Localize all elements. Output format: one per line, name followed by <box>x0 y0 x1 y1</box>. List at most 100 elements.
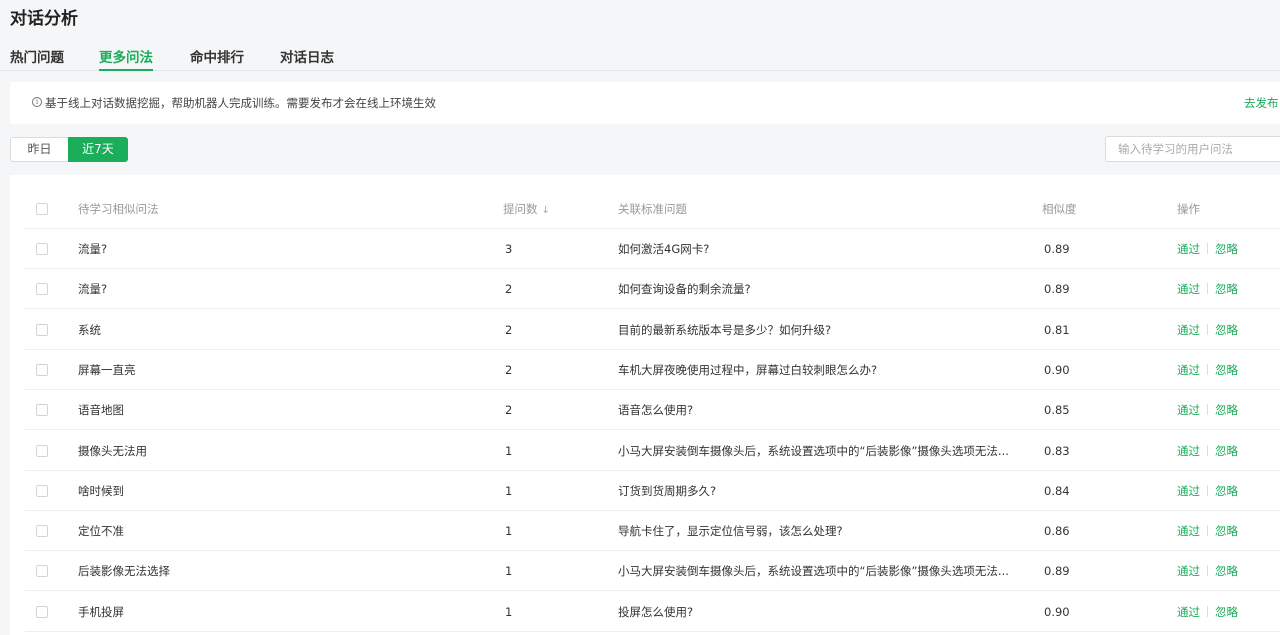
table-header: 待学习相似问法 提问数 ↓ 关联标准问题 相似度 操作 <box>25 189 1280 229</box>
pass-button[interactable]: 通过 <box>1177 564 1200 578</box>
header-count-label: 提问数 <box>503 202 538 216</box>
tab-hit-ranking[interactable]: 命中排行 <box>190 46 244 71</box>
table-row: 啥时候到 1 订货到货周期多久? 0.84 通过 忽略 <box>25 471 1280 511</box>
row-checkbox[interactable] <box>36 565 48 578</box>
row-question: 后装影像无法选择 <box>78 564 170 579</box>
row-actions: 通过 忽略 <box>1177 511 1238 551</box>
table-row: 摄像头无法用 1 小马大屏安装倒车摄像头后，系统设置选项中的“后装影像”摄像头选项无… <box>25 431 1280 471</box>
row-standard-question: 订货到货周期多久? <box>618 483 717 498</box>
row-actions: 通过 忽略 <box>1177 390 1238 430</box>
row-similarity: 0.89 <box>1044 564 1070 579</box>
pass-button[interactable]: 通过 <box>1177 242 1200 256</box>
row-actions: 通过 忽略 <box>1177 431 1238 471</box>
pass-button[interactable]: 通过 <box>1177 403 1200 417</box>
row-standard-question: 如何查询设备的剩余流量? <box>618 282 751 297</box>
row-standard-question: 导航卡住了，显示定位信号弱，该怎么处理? <box>618 524 843 539</box>
info-icon: i <box>32 97 42 107</box>
ignore-button[interactable]: 忽略 <box>1215 323 1238 337</box>
row-checkbox[interactable] <box>36 363 48 376</box>
pass-button[interactable]: 通过 <box>1177 444 1200 458</box>
row-count: 1 <box>505 483 513 498</box>
ignore-button[interactable]: 忽略 <box>1215 484 1238 498</box>
row-count: 2 <box>505 403 513 418</box>
tab-hot-questions[interactable]: 热门问题 <box>10 46 64 71</box>
pass-button[interactable]: 通过 <box>1177 282 1200 296</box>
search-input[interactable] <box>1118 141 1278 157</box>
table-row: 流量? 2 如何查询设备的剩余流量? 0.89 通过 忽略 <box>25 269 1280 310</box>
action-divider <box>1207 444 1208 456</box>
row-actions: 通过 忽略 <box>1177 592 1238 632</box>
row-standard-question: 车机大屏夜晚使用过程中，屏幕过白较刺眼怎么办? <box>618 362 878 377</box>
row-checkbox[interactable] <box>36 525 48 538</box>
ignore-button[interactable]: 忽略 <box>1215 242 1238 256</box>
row-count: 2 <box>505 362 513 377</box>
row-standard-question: 小马大屏安装倒车摄像头后，系统设置选项中的“后装影像”摄像头选项无法... <box>618 564 1009 579</box>
table-row: 屏幕一直亮 2 车机大屏夜晚使用过程中，屏幕过白较刺眼怎么办? 0.90 通过 忽略 <box>25 350 1280 390</box>
row-question: 语音地图 <box>78 403 124 418</box>
ignore-button[interactable]: 忽略 <box>1215 524 1238 538</box>
pass-button[interactable]: 通过 <box>1177 323 1200 337</box>
table-row: 语音地图 2 语音怎么使用? 0.85 通过 忽略 <box>25 390 1280 431</box>
row-question: 摄像头无法用 <box>78 443 147 458</box>
row-checkbox[interactable] <box>36 484 48 497</box>
row-actions: 通过 忽略 <box>1177 229 1238 269</box>
row-similarity: 0.89 <box>1044 282 1070 297</box>
sort-down-icon[interactable]: ↓ <box>542 205 550 216</box>
row-checkbox[interactable] <box>36 243 48 255</box>
row-count: 1 <box>505 524 513 539</box>
ignore-button[interactable]: 忽略 <box>1215 282 1238 296</box>
row-actions: 通过 忽略 <box>1177 350 1238 390</box>
pass-button[interactable]: 通过 <box>1177 484 1200 498</box>
row-actions: 通过 忽略 <box>1177 269 1238 309</box>
row-actions: 通过 忽略 <box>1177 310 1238 350</box>
row-checkbox[interactable] <box>36 283 48 296</box>
row-checkbox[interactable] <box>36 323 48 336</box>
action-divider <box>1207 605 1208 617</box>
row-question: 流量? <box>78 242 108 256</box>
row-count: 1 <box>505 443 513 458</box>
row-similarity: 0.84 <box>1044 483 1070 498</box>
row-similarity: 0.81 <box>1044 322 1070 337</box>
tab-dialog-log[interactable]: 对话日志 <box>280 46 334 71</box>
table-row: 流量? 3 如何激活4G网卡? 0.89 通过 忽略 <box>25 229 1280 269</box>
action-divider <box>1207 404 1208 416</box>
pass-button[interactable]: 通过 <box>1177 605 1200 619</box>
range-7days-button[interactable]: 近7天 <box>68 137 128 162</box>
table-row: 定位不准 1 导航卡住了，显示定位信号弱，该怎么处理? 0.86 通过 忽略 <box>25 511 1280 552</box>
action-divider <box>1207 363 1208 375</box>
pass-button[interactable]: 通过 <box>1177 363 1200 377</box>
row-count: 1 <box>505 564 513 579</box>
row-similarity: 0.89 <box>1044 242 1070 256</box>
row-similarity: 0.90 <box>1044 362 1070 377</box>
ignore-button[interactable]: 忽略 <box>1215 605 1238 619</box>
action-divider <box>1207 323 1208 335</box>
publish-link[interactable]: 去发布 <box>1244 95 1279 111</box>
row-checkbox[interactable] <box>36 444 48 457</box>
row-question: 系统 <box>78 322 101 337</box>
row-checkbox[interactable] <box>36 605 48 618</box>
row-count: 2 <box>505 322 513 337</box>
ignore-button[interactable]: 忽略 <box>1215 403 1238 417</box>
ignore-button[interactable]: 忽略 <box>1215 564 1238 578</box>
ignore-button[interactable]: 忽略 <box>1215 444 1238 458</box>
row-standard-question: 目前的最新系统版本号是多少？如何升级? <box>618 322 832 337</box>
row-question: 啥时候到 <box>78 483 124 498</box>
row-count: 3 <box>505 242 513 256</box>
tab-more-phrasings[interactable]: 更多问法 <box>99 46 153 71</box>
action-divider <box>1207 283 1208 295</box>
row-actions: 通过 忽略 <box>1177 471 1238 511</box>
row-standard-question: 小马大屏安装倒车摄像头后，系统设置选项中的“后装影像”摄像头选项无法... <box>618 443 1009 458</box>
row-standard-question: 如何激活4G网卡? <box>618 242 710 256</box>
select-all-checkbox[interactable] <box>36 203 48 215</box>
action-divider <box>1207 484 1208 496</box>
row-checkbox[interactable] <box>36 404 48 417</box>
row-question: 手机投屏 <box>78 604 124 619</box>
row-actions: 通过 忽略 <box>1177 551 1238 591</box>
phrasing-table: 待学习相似问法 提问数 ↓ 关联标准问题 相似度 操作 流量? 3 如何激活4G网卡?… <box>10 175 1280 635</box>
range-yesterday-button[interactable]: 昨日 <box>10 137 68 162</box>
pass-button[interactable]: 通过 <box>1177 524 1200 538</box>
table-row: 系统 2 目前的最新系统版本号是多少？如何升级? 0.81 通过 忽略 <box>25 310 1280 350</box>
header-standard: 关联标准问题 <box>618 202 687 216</box>
page-title: 对话分析 <box>10 9 78 29</box>
ignore-button[interactable]: 忽略 <box>1215 363 1238 377</box>
